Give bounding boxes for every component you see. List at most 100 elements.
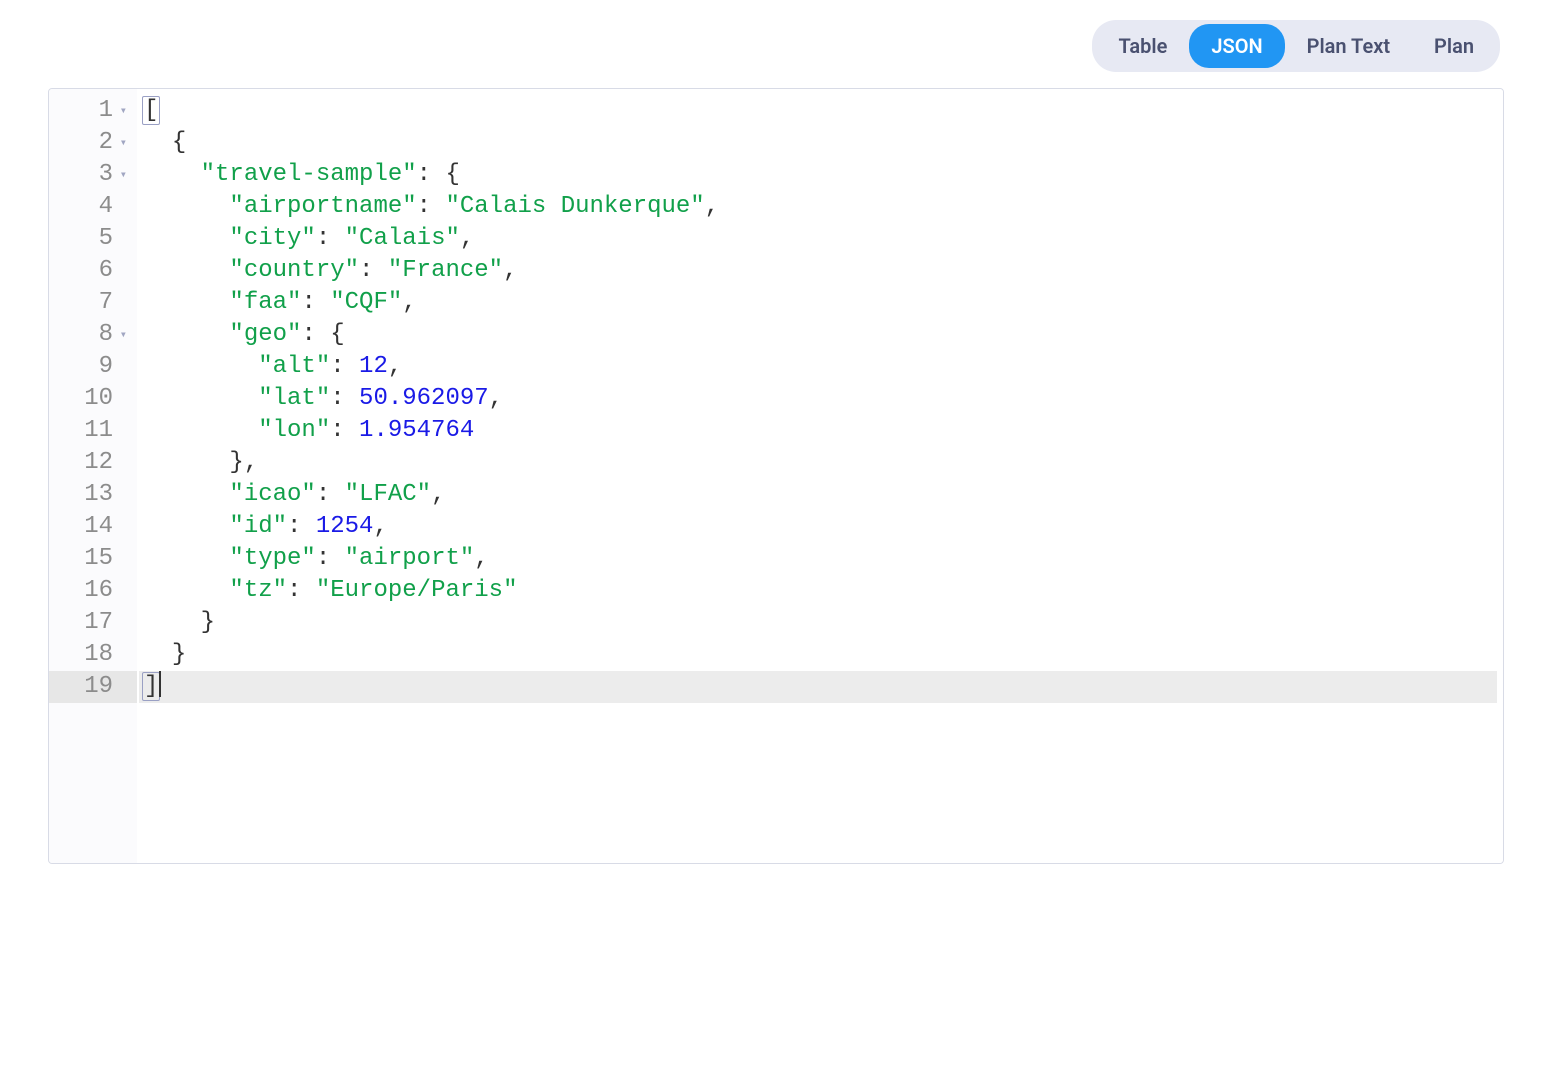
gutter-line: 16 (49, 575, 137, 607)
code-line[interactable]: "city": "Calais", (139, 223, 1497, 255)
token-punc: [ (142, 96, 160, 125)
token-punc: { (445, 161, 459, 188)
token-key: "lat" (258, 385, 330, 412)
gutter-line: 15 (49, 543, 137, 575)
gutter-line: 8▾ (49, 319, 137, 351)
token-punc: { (330, 321, 344, 348)
token-punc: } (201, 609, 215, 636)
token-key: "type" (229, 545, 315, 572)
fold-toggle-icon[interactable]: ▾ (117, 169, 127, 181)
gutter-line: 9 (49, 351, 137, 383)
gutter-line: 6 (49, 255, 137, 287)
token-punc: , (489, 385, 503, 412)
token-punc: ] (142, 672, 160, 701)
token-key: "faa" (229, 289, 301, 316)
gutter-line: 7 (49, 287, 137, 319)
gutter-line: 14 (49, 511, 137, 543)
gutter-line: 17 (49, 607, 137, 639)
token-punc: , (431, 481, 445, 508)
token-punc: : (330, 385, 359, 412)
code-line[interactable]: "type": "airport", (139, 543, 1497, 575)
gutter-line: 13 (49, 479, 137, 511)
token-punc: , (460, 225, 474, 252)
code-line[interactable]: { (139, 127, 1497, 159)
code-line[interactable]: "geo": { (139, 319, 1497, 351)
token-punc: : (330, 417, 359, 444)
token-num: 1.954764 (359, 417, 474, 444)
code-line[interactable]: "id": 1254, (139, 511, 1497, 543)
gutter-line: 5 (49, 223, 137, 255)
token-str: "airport" (345, 545, 475, 572)
token-key: "geo" (229, 321, 301, 348)
token-punc: { (172, 129, 186, 156)
gutter-line: 4 (49, 191, 137, 223)
code-line[interactable]: }, (139, 447, 1497, 479)
token-punc: , (373, 513, 387, 540)
code-line[interactable]: "icao": "LFAC", (139, 479, 1497, 511)
gutter-line: 19 (49, 671, 137, 703)
code-line[interactable]: "faa": "CQF", (139, 287, 1497, 319)
token-key: "airportname" (229, 193, 416, 220)
token-punc: : (316, 481, 345, 508)
code-line[interactable]: "travel-sample": { (139, 159, 1497, 191)
editor-gutter: 1▾2▾3▾45678▾910111213141516171819 (49, 89, 137, 863)
token-punc: } (229, 449, 243, 476)
token-key: "icao" (229, 481, 315, 508)
code-line[interactable]: [ (139, 95, 1497, 127)
token-punc: : (417, 161, 446, 188)
tab-table[interactable]: Table (1096, 24, 1189, 68)
editor-code[interactable]: [ { "travel-sample": { "airportname": "C… (137, 89, 1503, 863)
token-punc: , (474, 545, 488, 572)
token-str: "France" (388, 257, 503, 284)
gutter-line: 18 (49, 639, 137, 671)
code-line[interactable]: ] (139, 671, 1497, 703)
code-line[interactable]: "lon": 1.954764 (139, 415, 1497, 447)
gutter-line: 1▾ (49, 95, 137, 127)
tab-plan-text[interactable]: Plan Text (1285, 24, 1412, 68)
code-line[interactable]: "alt": 12, (139, 351, 1497, 383)
gutter-line: 3▾ (49, 159, 137, 191)
token-punc: : (287, 577, 316, 604)
gutter-line: 12 (49, 447, 137, 479)
token-key: "travel-sample" (201, 161, 417, 188)
token-str: "Calais" (345, 225, 460, 252)
gutter-line: 11 (49, 415, 137, 447)
gutter-line: 2▾ (49, 127, 137, 159)
token-punc: : (287, 513, 316, 540)
tab-plan[interactable]: Plan (1412, 24, 1496, 68)
code-line[interactable]: "tz": "Europe/Paris" (139, 575, 1497, 607)
json-editor[interactable]: 1▾2▾3▾45678▾910111213141516171819 [ { "t… (48, 88, 1504, 864)
fold-toggle-icon[interactable]: ▾ (117, 329, 127, 341)
token-str: "LFAC" (345, 481, 431, 508)
token-key: "country" (229, 257, 359, 284)
code-line[interactable]: "country": "France", (139, 255, 1497, 287)
token-str: "Europe/Paris" (316, 577, 518, 604)
token-punc: , (244, 449, 258, 476)
fold-toggle-icon[interactable]: ▾ (117, 137, 127, 149)
token-num: 50.962097 (359, 385, 489, 412)
token-punc: , (402, 289, 416, 316)
view-tabs: Table JSON Plan Text Plan (1092, 20, 1500, 72)
token-punc: : (301, 321, 330, 348)
code-line[interactable]: } (139, 639, 1497, 671)
token-punc: , (705, 193, 719, 220)
token-str: "Calais Dunkerque" (445, 193, 704, 220)
token-key: "alt" (258, 353, 330, 380)
token-punc: } (172, 641, 186, 668)
token-punc: : (359, 257, 388, 284)
token-num: 12 (359, 353, 388, 380)
token-punc: : (316, 545, 345, 572)
token-punc: : (301, 289, 330, 316)
token-num: 1254 (316, 513, 374, 540)
gutter-line: 10 (49, 383, 137, 415)
code-line[interactable]: } (139, 607, 1497, 639)
tab-json[interactable]: JSON (1189, 24, 1284, 68)
token-key: "tz" (229, 577, 287, 604)
token-key: "city" (229, 225, 315, 252)
code-line[interactable]: "lat": 50.962097, (139, 383, 1497, 415)
token-key: "lon" (258, 417, 330, 444)
code-line[interactable]: "airportname": "Calais Dunkerque", (139, 191, 1497, 223)
token-punc: , (388, 353, 402, 380)
fold-toggle-icon[interactable]: ▾ (117, 105, 127, 117)
token-str: "CQF" (330, 289, 402, 316)
